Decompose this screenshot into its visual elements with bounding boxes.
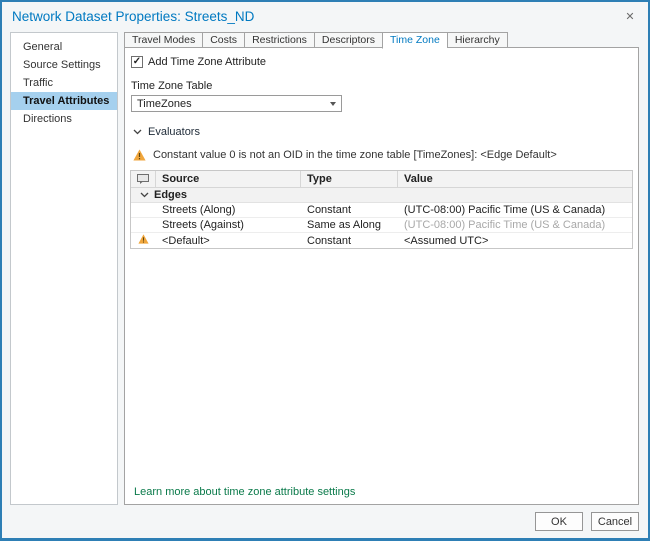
ok-button[interactable]: OK: [535, 512, 583, 531]
cancel-button[interactable]: Cancel: [591, 512, 639, 531]
source-column-header[interactable]: Source: [156, 171, 301, 187]
tab-travel-modes[interactable]: Travel Modes: [124, 32, 202, 48]
chevron-down-icon: [140, 192, 149, 198]
row-source: <Default>: [156, 233, 301, 248]
time-zone-table-combobox[interactable]: TimeZones: [131, 95, 342, 112]
time-zone-table-value: TimeZones: [137, 98, 192, 110]
chevron-down-icon: [133, 129, 142, 135]
row-source: Streets (Against): [156, 218, 301, 232]
tab-costs[interactable]: Costs: [202, 32, 244, 48]
table-row[interactable]: <Default> Constant <Assumed UTC>: [131, 233, 632, 248]
sidebar-item-directions[interactable]: Directions: [11, 110, 117, 128]
comment-icon: [137, 174, 149, 184]
tab-restrictions[interactable]: Restrictions: [244, 32, 314, 48]
add-time-zone-attribute-checkbox[interactable]: ✓: [131, 56, 143, 68]
warning-text: Constant value 0 is not an OID in the ti…: [153, 149, 557, 161]
row-type: Constant: [301, 233, 398, 248]
row-value: (UTC-08:00) Pacific Time (US & Canada): [398, 218, 632, 232]
learn-more-link[interactable]: Learn more about time zone attribute set…: [134, 486, 355, 498]
value-column-header[interactable]: Value: [398, 171, 632, 187]
warning-icon: [138, 234, 149, 247]
add-time-zone-attribute-row: ✓ Add Time Zone Attribute: [131, 56, 633, 68]
main-area: Travel Modes Costs Restrictions Descript…: [124, 32, 639, 505]
time-zone-tab-panel: ✓ Add Time Zone Attribute Time Zone Tabl…: [124, 47, 639, 505]
message-column-header[interactable]: [131, 171, 156, 187]
row-type: Constant: [301, 203, 398, 217]
table-row[interactable]: Streets (Along) Constant (UTC-08:00) Pac…: [131, 203, 632, 218]
grid-header: Source Type Value: [131, 171, 632, 188]
tab-descriptors[interactable]: Descriptors: [314, 32, 382, 48]
network-dataset-properties-dialog: Network Dataset Properties: Streets_ND ✕…: [0, 0, 650, 541]
time-zone-table-label: Time Zone Table: [131, 80, 633, 92]
row-source: Streets (Along): [156, 203, 301, 217]
close-icon[interactable]: ✕: [622, 8, 638, 24]
row-message-cell: [131, 203, 156, 217]
evaluators-grid: Source Type Value Edges Streets (Along) …: [130, 170, 633, 249]
sidebar-item-traffic[interactable]: Traffic: [11, 74, 117, 92]
add-time-zone-attribute-label: Add Time Zone Attribute: [148, 56, 266, 68]
row-message-cell: [131, 218, 156, 232]
type-column-header[interactable]: Type: [301, 171, 398, 187]
row-value: <Assumed UTC>: [398, 233, 632, 248]
evaluators-section-header[interactable]: Evaluators: [133, 126, 633, 138]
row-value: (UTC-08:00) Pacific Time (US & Canada): [398, 203, 632, 217]
warning-icon: [133, 149, 146, 161]
sidebar: General Source Settings Traffic Travel A…: [10, 32, 118, 505]
row-type: Same as Along: [301, 218, 398, 232]
sidebar-item-source-settings[interactable]: Source Settings: [11, 56, 117, 74]
chevron-down-icon: [330, 102, 336, 106]
tab-strip: Travel Modes Costs Restrictions Descript…: [124, 32, 639, 48]
table-row[interactable]: Streets (Against) Same as Along (UTC-08:…: [131, 218, 632, 233]
title-bar: Network Dataset Properties: Streets_ND ✕: [2, 2, 648, 30]
sidebar-item-travel-attributes[interactable]: Travel Attributes: [11, 92, 117, 110]
evaluators-label: Evaluators: [148, 126, 200, 138]
dialog-title: Network Dataset Properties: Streets_ND: [12, 9, 254, 24]
tab-time-zone[interactable]: Time Zone: [382, 32, 447, 49]
edges-group-row[interactable]: Edges: [131, 188, 632, 203]
footer-buttons: OK Cancel: [535, 512, 639, 531]
tab-hierarchy[interactable]: Hierarchy: [447, 32, 508, 48]
edges-group-label: Edges: [154, 189, 187, 201]
sidebar-item-general[interactable]: General: [11, 38, 117, 56]
checkbox-checked-icon: ✓: [133, 56, 141, 67]
evaluator-warning-message: Constant value 0 is not an OID in the ti…: [133, 149, 633, 161]
row-warning-cell: [131, 233, 156, 248]
